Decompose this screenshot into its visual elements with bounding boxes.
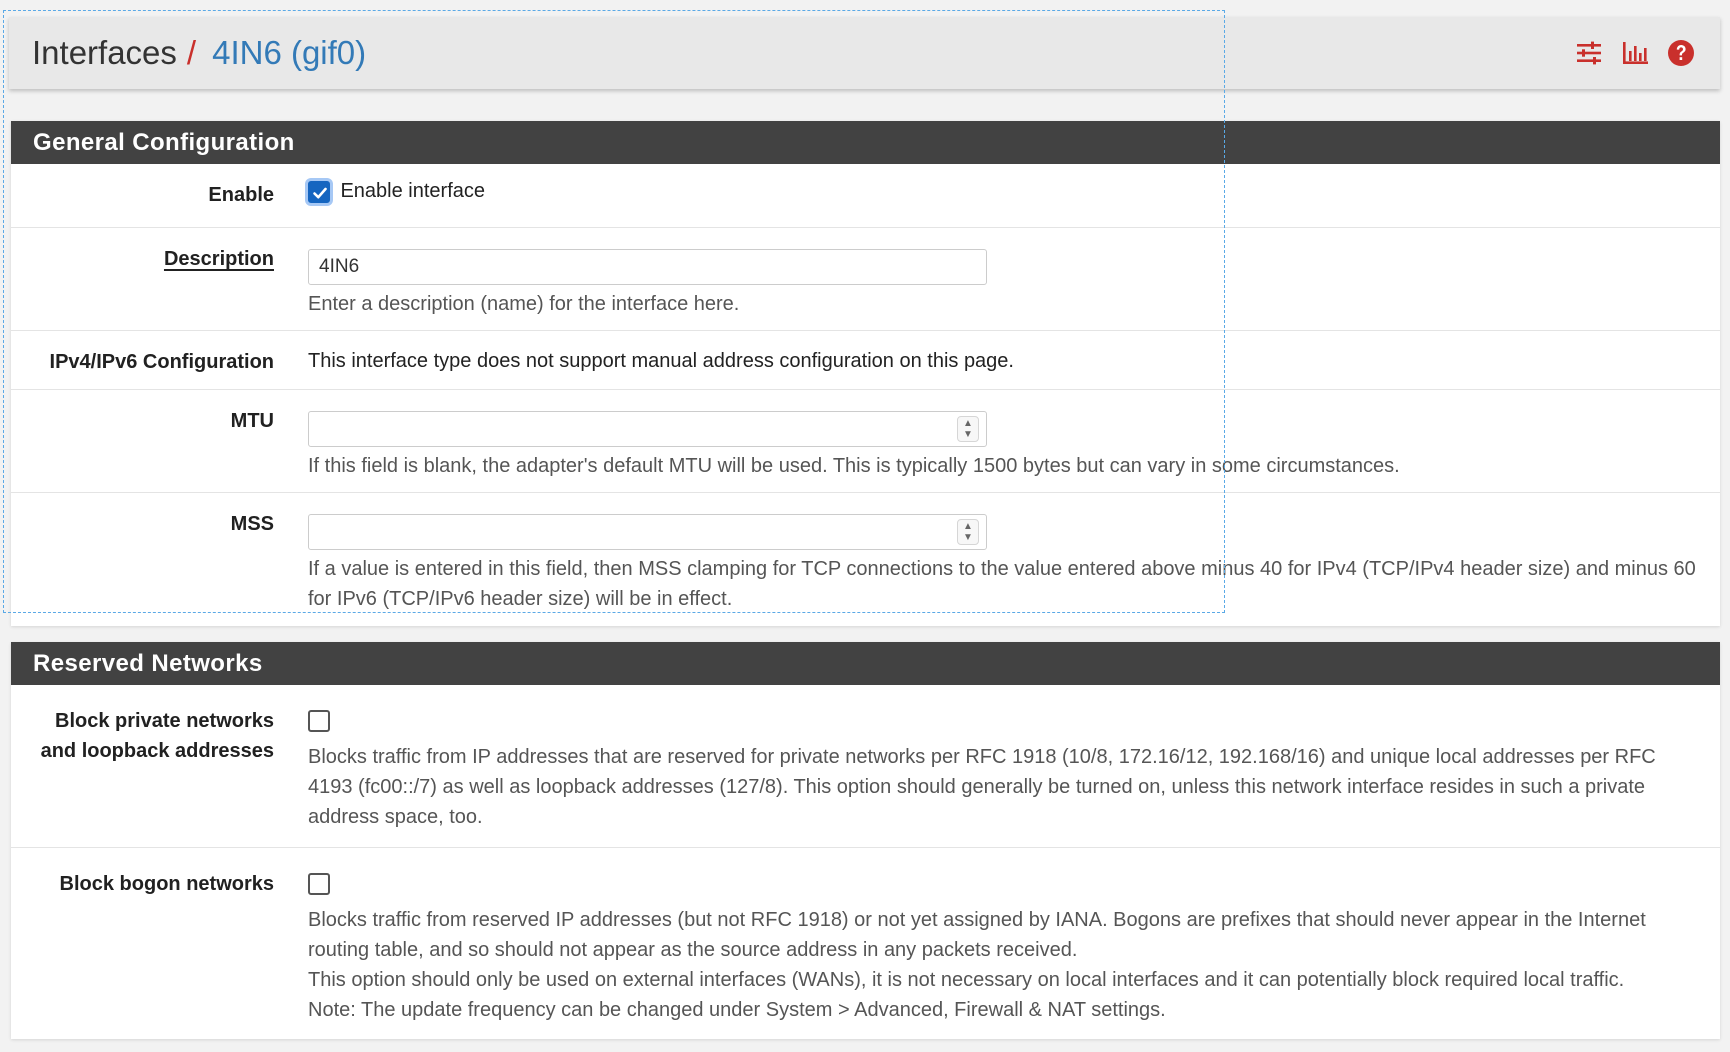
block-private-row: Block private networks and loopback addr… — [11, 685, 1720, 848]
chevron-down-icon[interactable]: ▼ — [963, 429, 973, 440]
description-input[interactable] — [308, 249, 987, 285]
block-private-checkbox[interactable] — [308, 710, 330, 732]
general-configuration-heading: General Configuration — [11, 121, 1720, 164]
block-bogon-help-2: This option should only be used on exter… — [308, 969, 1625, 991]
mss-label: MSS — [230, 513, 274, 535]
enable-row: Enable Enable interface — [11, 164, 1720, 228]
mss-spinner[interactable]: ▲ ▼ — [957, 519, 979, 545]
block-bogon-label: Block bogon networks — [59, 873, 274, 895]
mss-input[interactable] — [308, 514, 987, 550]
mtu-field: ▲ ▼ — [308, 411, 987, 447]
checkmark-icon — [313, 187, 327, 198]
breadcrumb-bar: Interfaces / 4IN6 (gif0) — [9, 17, 1720, 89]
reserved-networks-panel: Reserved Networks Block private networks… — [11, 642, 1720, 1039]
enable-checkbox[interactable] — [308, 180, 330, 203]
mtu-help: If this field is blank, the adapter's de… — [308, 455, 1400, 477]
header-icons — [1574, 17, 1696, 89]
breadcrumb-root[interactable]: Interfaces — [32, 34, 177, 72]
ip-configuration-row: IPv4/IPv6 Configuration This interface t… — [11, 331, 1720, 390]
enable-checkbox-label[interactable]: Enable interface — [340, 180, 485, 202]
mtu-label: MTU — [230, 410, 274, 432]
mss-help: If a value is entered in this field, the… — [308, 558, 1696, 610]
chevron-down-icon[interactable]: ▼ — [963, 532, 973, 543]
description-help: Enter a description (name) for the inter… — [308, 293, 740, 315]
page: Interfaces / 4IN6 (gif0) General Configu… — [0, 0, 1730, 1052]
breadcrumb-separator: / — [186, 34, 197, 71]
mss-row: MSS ▲ ▼ If a value is entered in this fi… — [11, 493, 1720, 626]
mtu-spinner[interactable]: ▲ ▼ — [957, 416, 979, 442]
mss-field: ▲ ▼ — [308, 514, 987, 550]
enable-label: Enable — [208, 184, 274, 206]
block-private-label: Block private networks and loopback addr… — [40, 710, 274, 762]
sliders-icon[interactable] — [1574, 38, 1604, 68]
breadcrumb-current[interactable]: 4IN6 (gif0) — [212, 34, 366, 72]
mtu-input[interactable] — [308, 411, 987, 447]
description-label[interactable]: Description — [24, 244, 274, 274]
chevron-up-icon[interactable]: ▲ — [963, 418, 973, 429]
general-configuration-panel: General Configuration Enable Enable inte… — [11, 121, 1720, 626]
ip-configuration-label: IPv4/IPv6 Configuration — [49, 351, 274, 373]
chevron-up-icon[interactable]: ▲ — [963, 521, 973, 532]
block-private-help: Blocks traffic from IP addresses that ar… — [308, 746, 1656, 828]
block-bogon-checkbox[interactable] — [308, 873, 330, 895]
mtu-row: MTU ▲ ▼ If this field is blank, the adap… — [11, 390, 1720, 493]
block-bogon-help-1: Blocks traffic from reserved IP addresse… — [308, 909, 1646, 961]
ip-configuration-text: This interface type does not support man… — [308, 350, 1014, 372]
block-bogon-help-3: Note: The update frequency can be change… — [308, 999, 1166, 1021]
bar-chart-icon[interactable] — [1620, 38, 1650, 68]
block-bogon-row: Block bogon networks Blocks traffic from… — [11, 848, 1720, 1039]
help-icon[interactable] — [1666, 38, 1696, 68]
description-row: Description Enter a description (name) f… — [11, 228, 1720, 331]
reserved-networks-heading: Reserved Networks — [11, 642, 1720, 685]
